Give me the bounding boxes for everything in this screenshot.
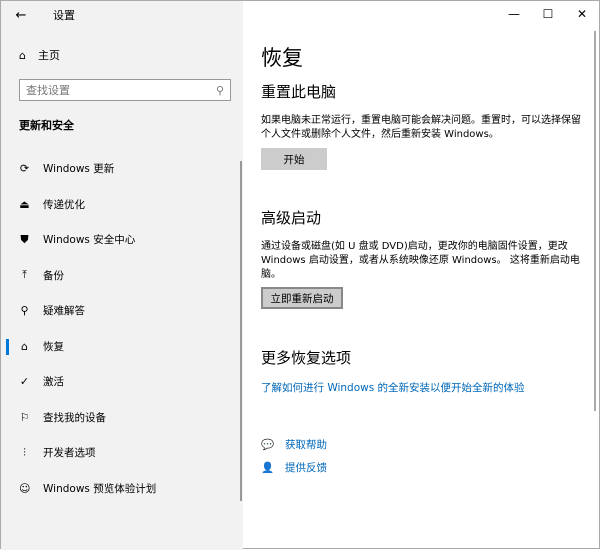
sidebar-item-label: 查找我的设备 — [43, 411, 106, 424]
sidebar-item-delivery-optimization[interactable]: ⏏ 传递优化 — [1, 187, 243, 223]
sidebar-item-insider[interactable]: ☺ Windows 预览体验计划 — [1, 471, 243, 507]
window-controls: — ☐ ✕ — [497, 1, 599, 27]
sidebar: ← 设置 ⌂ 主页 查找设置 ⚲ 更新和安全 ⟳ Windows 更新 ⏏ 传递优化… — [1, 1, 243, 550]
sidebar-item-label: 激活 — [43, 376, 64, 389]
search-placeholder: 查找设置 — [26, 84, 70, 97]
settings-window: ← 设置 ⌂ 主页 查找设置 ⚲ 更新和安全 ⟳ Windows 更新 ⏏ 传递优化… — [0, 0, 600, 550]
home-label: 主页 — [37, 49, 60, 62]
home-icon: ⌂ — [19, 48, 26, 62]
sidebar-item-backup[interactable]: ⤒ 备份 — [1, 258, 243, 294]
sidebar-item-label: Windows 安全中心 — [43, 234, 136, 247]
more-options-heading: 更多恢复选项 — [261, 349, 352, 367]
sidebar-item-label: Windows 预览体验计划 — [43, 482, 157, 495]
page-title: 恢复 — [261, 46, 303, 70]
shield-icon: ⛊ — [20, 232, 29, 246]
section-heading: 更新和安全 — [19, 119, 74, 132]
find-device-icon: ⚐ — [19, 410, 30, 424]
recovery-icon: ⌂ — [21, 339, 28, 353]
feedback-link[interactable]: 👤 提供反馈 — [261, 460, 327, 475]
search-icon: ⚲ — [215, 83, 224, 97]
back-arrow-icon[interactable]: ← — [1, 8, 41, 23]
sidebar-item-find-device[interactable]: ⚐ 查找我的设备 — [1, 400, 243, 436]
feedback-label: 提供反馈 — [285, 462, 327, 474]
sidebar-item-label: Windows 更新 — [43, 163, 115, 176]
sidebar-item-label: 传递优化 — [43, 198, 85, 211]
close-button[interactable]: ✕ — [565, 1, 599, 27]
sidebar-item-label: 备份 — [43, 269, 64, 282]
reset-start-button[interactable]: 开始 — [261, 148, 327, 170]
sidebar-item-security[interactable]: ⛊ Windows 安全中心 — [1, 222, 243, 258]
delivery-icon: ⏏ — [19, 197, 30, 211]
advanced-heading: 高级启动 — [261, 209, 322, 227]
restart-now-button[interactable]: 立即重新启动 — [261, 287, 343, 309]
sidebar-scrollbar[interactable] — [240, 161, 242, 501]
insider-icon: ☺ — [19, 481, 31, 495]
reset-heading: 重置此电脑 — [261, 83, 337, 101]
sidebar-item-activation[interactable]: ✓ 激活 — [1, 364, 243, 400]
app-title: 设置 — [53, 9, 75, 22]
maximize-button[interactable]: ☐ — [531, 1, 565, 27]
help-chat-icon: 💬 — [261, 439, 275, 451]
get-help-label: 获取帮助 — [285, 439, 327, 451]
feedback-icon: 👤 — [261, 462, 275, 474]
advanced-description: 通过设备或磁盘(如 U 盘或 DVD)启动，更改你的电脑固件设置，更改 Wind… — [261, 241, 580, 280]
sidebar-item-windows-update[interactable]: ⟳ Windows 更新 — [1, 151, 243, 187]
refresh-icon: ⟳ — [19, 162, 30, 176]
wrench-icon: ⚲ — [20, 304, 29, 318]
check-circle-icon: ✓ — [19, 375, 30, 389]
sidebar-item-recovery[interactable]: ⌂ 恢复 — [1, 329, 243, 365]
sidebar-home[interactable]: ⌂ 主页 — [19, 47, 60, 63]
minimize-button[interactable]: — — [497, 1, 531, 27]
main-scrollbar[interactable] — [594, 31, 596, 411]
reset-description: 如果电脑未正常运行，重置电脑可能会解决问题。重置时，可以选择保留个人文件或删除个… — [261, 115, 581, 140]
sidebar-item-label: 疑难解答 — [43, 305, 85, 318]
developer-icon: ⫶ — [23, 445, 26, 459]
fresh-install-link[interactable]: 了解如何进行 Windows 的全新安装以便开始全新的体验 — [261, 380, 525, 395]
sidebar-nav: ⟳ Windows 更新 ⏏ 传递优化 ⛊ Windows 安全中心 ⤒ 备份 ⚲ 疑难解… — [1, 151, 243, 506]
backup-icon: ⤒ — [22, 268, 27, 282]
search-input[interactable]: 查找设置 ⚲ — [19, 79, 231, 101]
get-help-link[interactable]: 💬 获取帮助 — [261, 437, 327, 452]
sidebar-item-label: 恢复 — [43, 340, 64, 353]
sidebar-item-troubleshoot[interactable]: ⚲ 疑难解答 — [1, 293, 243, 329]
sidebar-item-developer[interactable]: ⫶ 开发者选项 — [1, 435, 243, 471]
sidebar-item-label: 开发者选项 — [43, 447, 96, 460]
